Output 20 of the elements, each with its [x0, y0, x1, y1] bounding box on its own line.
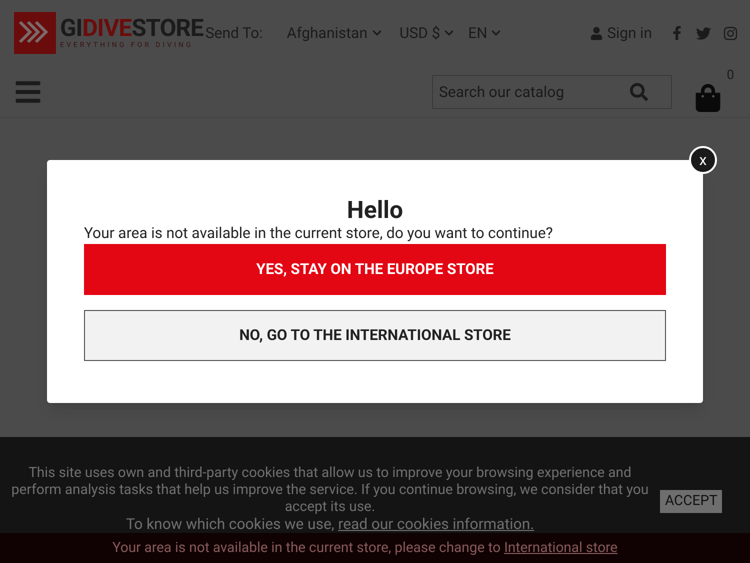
search-icon[interactable] [630, 82, 648, 100]
shopping-bag-icon[interactable] [694, 84, 722, 112]
chevron-icon [491, 28, 502, 38]
chevron-icon [444, 28, 454, 38]
cookie-notice-text: This site uses own and third-party cookies that allow us to improve your browsing experience and perform analysis tasks that help us improve the service. If you continue browsing, we consider that you accept its use. [10, 465, 650, 516]
instagram-icon[interactable] [723, 26, 738, 40]
modal-title: Hello [346, 196, 404, 224]
cookie-info-link[interactable]: read our cookies information. [338, 515, 534, 533]
store-choice-button[interactable]: YES, STAY ON THE EUROPE STORE [84, 244, 666, 295]
cookie-info-text: To know which cookies we use, [126, 515, 336, 533]
store-notice-text: Your area is not available in the current store, please change to [112, 540, 502, 556]
accept-button[interactable]: ACCEPT [660, 490, 722, 513]
logo-icon [14, 12, 56, 54]
user-icon [590, 26, 604, 40]
international-store-link[interactable]: International store [504, 540, 618, 556]
store-choice-button[interactable]: NO, GO TO THE INTERNATIONAL STORE [84, 310, 666, 361]
twitter-icon[interactable] [696, 26, 711, 40]
modal-message: Your area is not available in the current store, do you want to continue? [84, 224, 553, 242]
close-button[interactable]: x [689, 146, 717, 174]
chevron-icon [372, 28, 382, 38]
